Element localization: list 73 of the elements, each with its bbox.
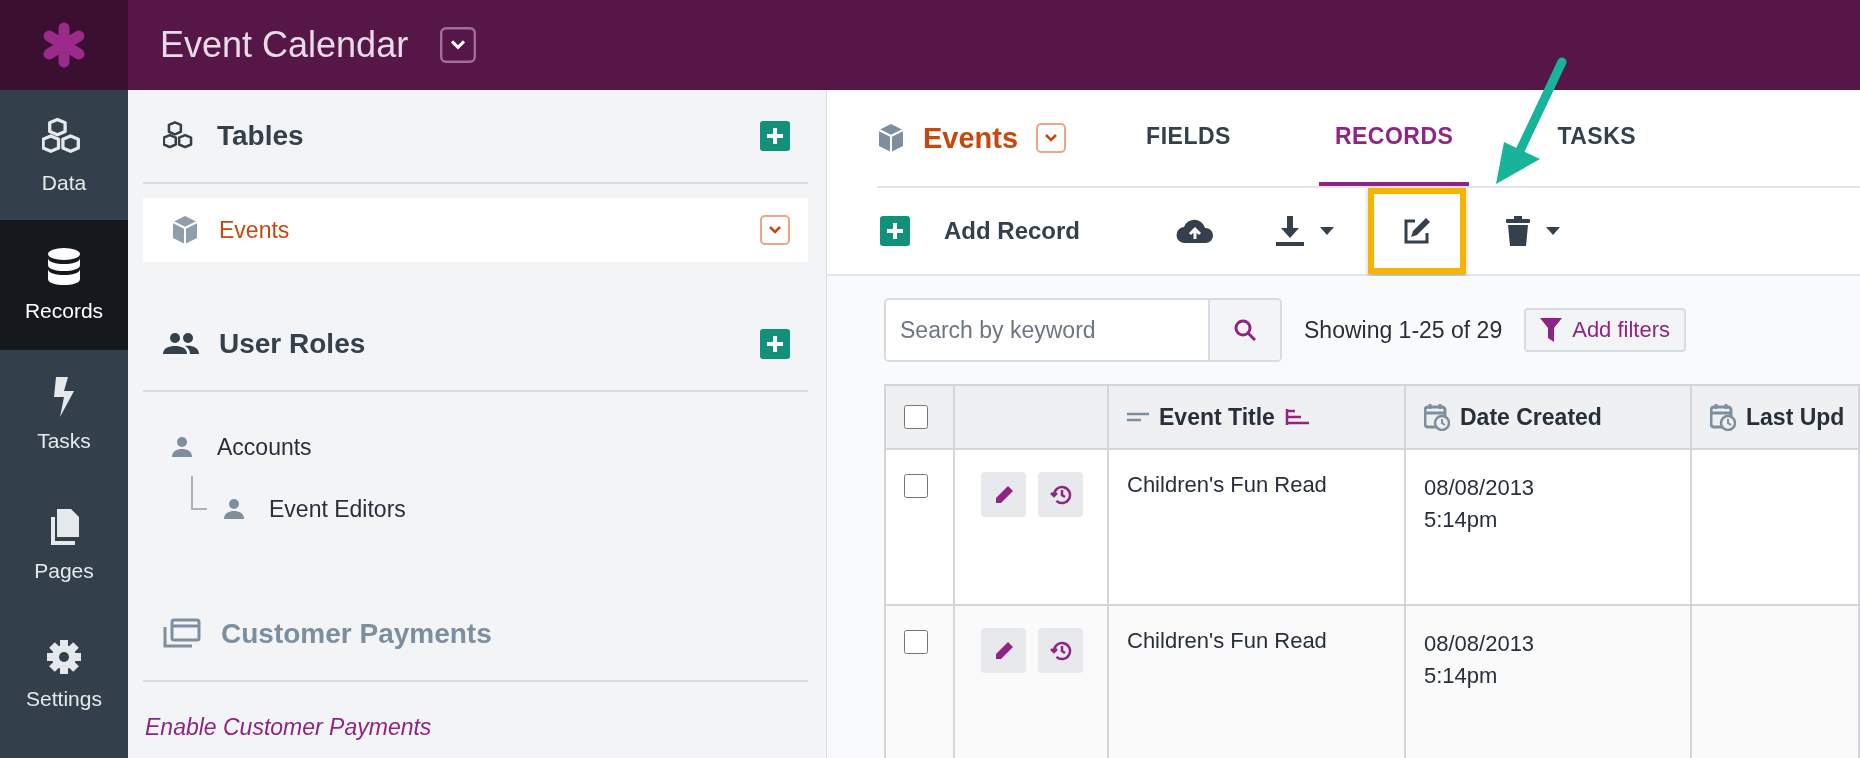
cube-icon [877, 123, 905, 153]
section-title: Tables [217, 120, 305, 152]
sort-icon[interactable] [1284, 408, 1311, 426]
table-cell-text: 08/08/2013 5:14pm [1424, 630, 1536, 690]
database-icon [46, 247, 82, 287]
role-label[interactable]: Accounts [217, 433, 312, 461]
table-cell: Children's Fun Read [1127, 472, 1327, 497]
search-icon [1234, 319, 1256, 341]
role-label[interactable]: Event Editors [269, 495, 406, 523]
nav-label[interactable]: Data [41, 171, 87, 195]
calendar-clock-icon [1710, 403, 1736, 431]
people-icon [163, 332, 199, 356]
pencil-icon [993, 640, 1014, 661]
object-dropdown-icon[interactable] [1036, 123, 1067, 153]
add-role-icon[interactable] [760, 329, 790, 359]
row-checkbox[interactable] [904, 474, 928, 498]
lightning-icon [52, 377, 76, 417]
edit-row-button[interactable] [981, 472, 1026, 517]
dropdown-icon[interactable] [760, 215, 790, 245]
download-icon [1276, 216, 1304, 246]
nav-item[interactable]: Records [0, 220, 128, 350]
history-button[interactable] [1038, 472, 1083, 517]
add-table-icon[interactable] [760, 121, 790, 151]
text-lines-icon [1127, 412, 1149, 422]
caret-icon [1320, 227, 1334, 235]
person-icon [223, 498, 245, 520]
add-record-icon[interactable] [880, 216, 910, 246]
edit-row-button[interactable] [981, 628, 1026, 673]
section-title: User Roles [219, 328, 367, 360]
app-title: Event Calendar [160, 24, 409, 66]
caret-icon [1546, 227, 1560, 235]
nav-item[interactable]: Data [0, 90, 128, 220]
column-header[interactable]: Event Title [1109, 386, 1406, 450]
history-icon [1049, 483, 1072, 506]
row-checkbox[interactable] [904, 630, 928, 654]
select-all-checkbox[interactable] [904, 405, 928, 429]
record-count: Showing 1-25 of 29 [1304, 316, 1503, 344]
filter-icon [1540, 318, 1563, 342]
tree-line [191, 476, 207, 510]
nav-label[interactable]: Records [24, 299, 104, 323]
section-title: Customer Payments [221, 618, 493, 650]
calendar-clock-icon [1424, 403, 1450, 431]
object-title: Events [923, 121, 1019, 155]
nav-item[interactable]: Pages [0, 480, 128, 610]
nav-item[interactable]: Settings [0, 610, 128, 740]
cloud-upload-icon [1176, 218, 1214, 244]
add-filters-button[interactable]: Add filters [1524, 308, 1687, 352]
settings-icon [46, 639, 82, 675]
edit-icon [1402, 216, 1432, 246]
column-header[interactable]: Date Created [1406, 386, 1692, 450]
person-icon [171, 436, 193, 458]
asterisk-logo-icon [41, 22, 87, 68]
history-button[interactable] [1038, 628, 1083, 673]
nav-label[interactable]: Tasks [37, 429, 91, 453]
add-record-label[interactable]: Add Record [944, 217, 1080, 245]
column-header[interactable]: Last Upd [1692, 386, 1860, 450]
table-item[interactable]: Events [143, 198, 808, 262]
search-field[interactable]: Search by keyword [884, 298, 1282, 362]
tab[interactable]: RECORDS [1318, 90, 1470, 186]
tab[interactable]: TASKS [1541, 90, 1653, 186]
tab[interactable]: FIELDS [1130, 90, 1247, 186]
cards-icon [163, 618, 201, 650]
pencil-icon [993, 484, 1014, 505]
nav-label[interactable]: Settings [26, 687, 102, 711]
table-cell-text: 08/08/2013 5:14pm [1424, 474, 1536, 534]
search-button[interactable] [1208, 300, 1280, 360]
trash-icon [1506, 216, 1530, 246]
history-icon [1049, 639, 1072, 662]
app-dropdown-icon[interactable] [440, 27, 477, 63]
table-cell: Children's Fun Read [1127, 628, 1327, 653]
nav-label[interactable]: Pages [34, 559, 94, 583]
cube-icon [171, 215, 199, 245]
nav-item[interactable]: Tasks [0, 350, 128, 480]
